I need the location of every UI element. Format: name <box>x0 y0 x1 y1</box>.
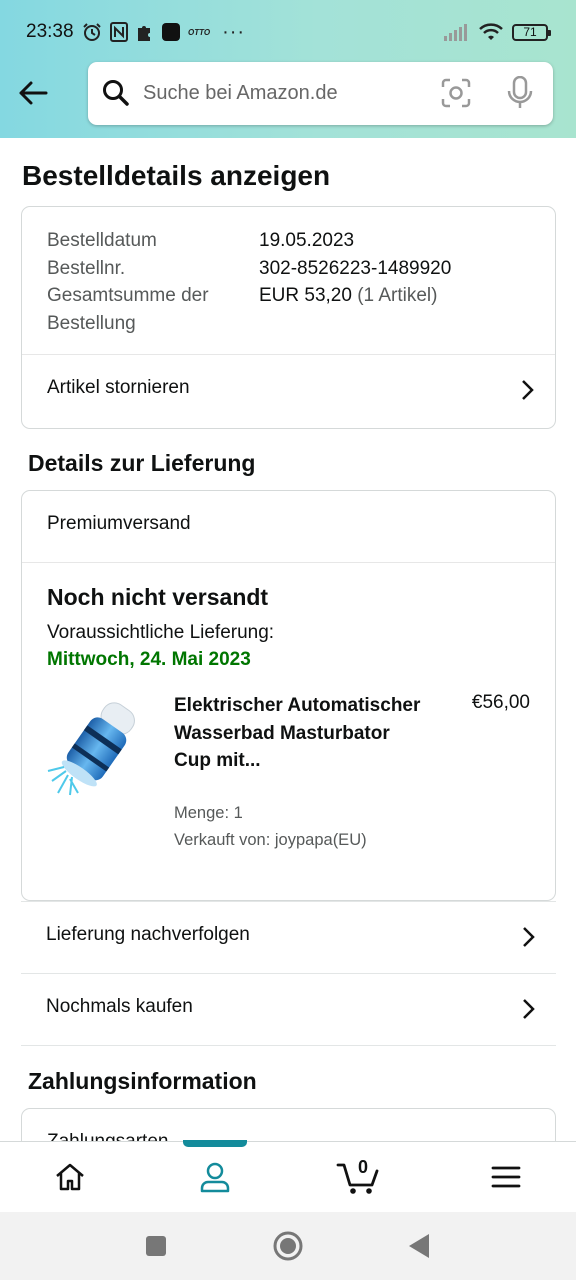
camera-scan-icon[interactable] <box>441 78 471 108</box>
back-triangle-icon[interactable] <box>407 1233 431 1259</box>
nav-account[interactable] <box>175 1142 255 1212</box>
main-content: Bestelldetails anzeigen Bestelldatum 19.… <box>0 138 576 1141</box>
shipping-type: Premiumversand <box>47 513 191 534</box>
cancel-items-link[interactable]: Artikel stornieren <box>22 355 555 428</box>
chevron-right-icon <box>523 927 535 947</box>
nav-home[interactable] <box>30 1142 110 1212</box>
signal-icon <box>444 24 467 41</box>
shipment-status: Noch nicht versandt <box>47 584 269 610</box>
nav-menu[interactable] <box>466 1142 546 1212</box>
user-icon <box>200 1162 230 1193</box>
order-date-label: Bestelldatum <box>47 230 157 251</box>
alarm-icon <box>83 23 101 41</box>
payment-card: Zahlungsarten <box>21 1108 556 1141</box>
status-app-icons: OTTO ··· <box>82 20 245 44</box>
app-header: 23:38 OTTO ··· 71 <box>0 0 576 138</box>
cancel-items-label: Artikel stornieren <box>47 377 190 398</box>
recents-square-icon[interactable] <box>145 1235 167 1257</box>
home-icon <box>56 1163 84 1191</box>
order-summary-card: Bestelldatum 19.05.2023 Bestellnr. 302-8… <box>21 206 556 429</box>
nfc-icon <box>110 22 128 42</box>
chevron-right-icon <box>522 380 534 400</box>
system-navigation-bar <box>0 1212 576 1280</box>
status-time: 23:38 <box>26 21 74 42</box>
product-seller: Verkauft von: joypapa(EU) <box>174 831 367 849</box>
track-delivery-link[interactable]: Lieferung nachverfolgen <box>21 901 556 973</box>
search-input[interactable] <box>143 76 423 110</box>
order-number-value: 302-8526223-1489920 <box>259 257 452 279</box>
chevron-right-icon <box>523 999 535 1019</box>
otto-icon: OTTO <box>188 27 211 37</box>
product-image[interactable] <box>46 693 150 799</box>
home-circle-icon[interactable] <box>272 1230 304 1262</box>
microphone-icon[interactable] <box>507 76 533 110</box>
divider <box>22 562 555 563</box>
page-title: Bestelldetails anzeigen <box>22 160 331 191</box>
order-total-label: Gesamtsumme der Bestellung <box>47 285 209 334</box>
back-arrow-icon[interactable] <box>16 76 50 110</box>
buy-again-label: Nochmals kaufen <box>46 996 193 1017</box>
total-item-count: (1 Artikel) <box>357 285 438 306</box>
status-right: 71 <box>444 20 551 44</box>
track-delivery-label: Lieferung nachverfolgen <box>46 924 250 945</box>
product-price: €56,00 <box>471 692 530 713</box>
buy-again-link[interactable]: Nochmals kaufen <box>21 973 556 1046</box>
search-icon <box>103 80 129 106</box>
total-amount: EUR 53,20 <box>259 285 352 306</box>
cart-count-badge: 0 <box>358 1157 369 1177</box>
search-bar[interactable] <box>88 62 553 125</box>
app-square-icon <box>162 23 180 41</box>
wifi-icon <box>479 23 503 40</box>
puzzle-icon <box>138 26 150 41</box>
product-quantity: Menge: 1 <box>174 804 243 822</box>
hamburger-menu-icon <box>491 1166 521 1188</box>
order-number-label: Bestellnr. <box>47 257 126 279</box>
battery-icon: 71 <box>512 23 551 41</box>
bottom-nav: 0 <box>0 1140 576 1212</box>
status-bar: 23:38 OTTO ··· 71 <box>0 0 576 62</box>
delivery-section-title: Details zur Lieferung <box>28 450 256 476</box>
payment-section-title: Zahlungsinformation <box>28 1068 257 1094</box>
payment-methods-label: Zahlungsarten <box>47 1131 168 1141</box>
more-notifications-icon: ··· <box>222 20 246 43</box>
product-title[interactable]: Elektrischer Automatischer Wasserbad Mas… <box>174 692 424 775</box>
eta-label: Voraussichtliche Lieferung: <box>47 622 275 643</box>
order-total-value: EUR 53,20 (1 Artikel) <box>259 282 437 310</box>
delivery-card: Premiumversand Noch nicht versandt Vorau… <box>21 490 556 901</box>
order-date-value: 19.05.2023 <box>259 230 355 251</box>
eta-date: Mittwoch, 24. Mai 2023 <box>47 649 251 670</box>
